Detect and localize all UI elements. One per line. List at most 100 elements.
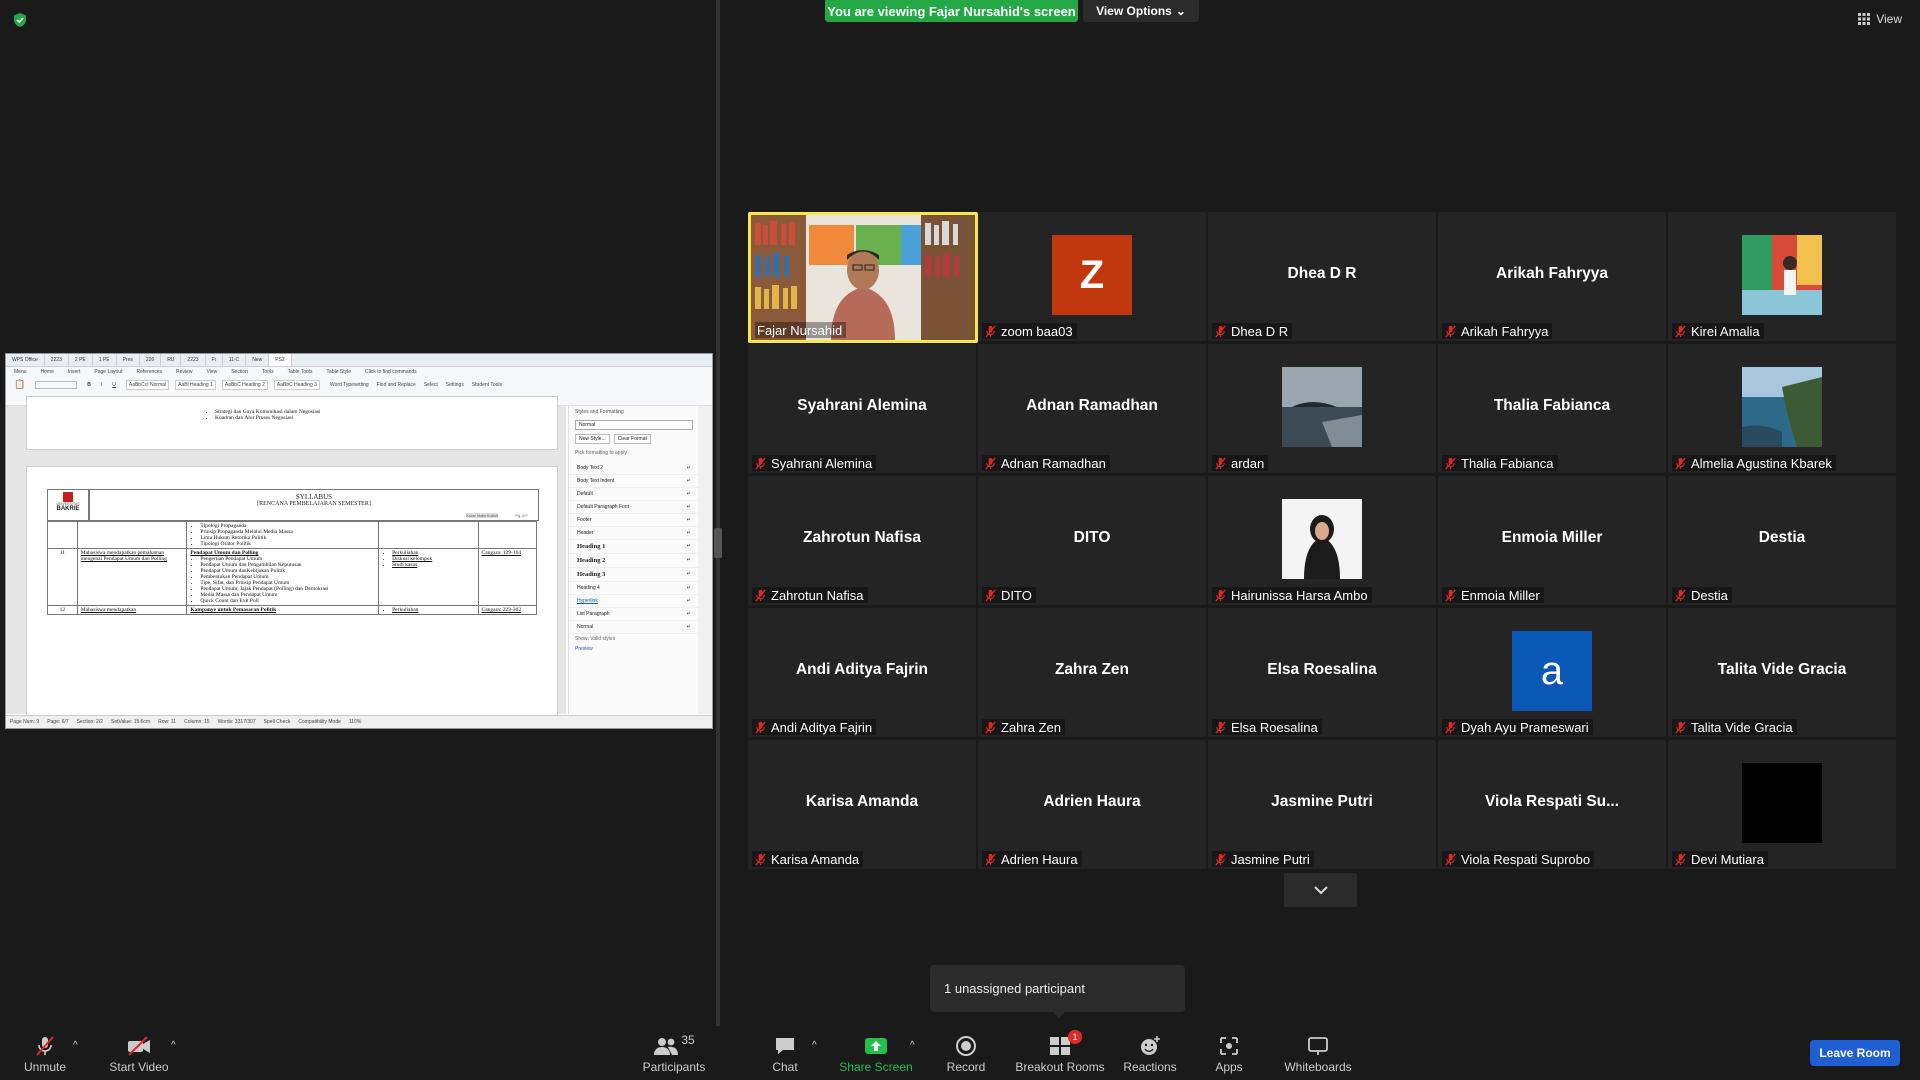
doc-tab[interactable]: New (246, 354, 270, 366)
doc-menu-item[interactable]: Menu (14, 369, 27, 375)
current-style-box[interactable]: Normal (575, 420, 693, 430)
doc-tool[interactable]: Select (424, 382, 438, 388)
doc-tab[interactable]: WPS Office (6, 354, 45, 366)
participant-tile[interactable]: Andi Aditya Fajrin Andi Aditya Fajrin (748, 608, 976, 737)
participant-tile[interactable]: Zzoom baa03 (978, 212, 1206, 341)
doc-menu-item[interactable]: Section (231, 369, 248, 375)
gallery-scroll-down-button[interactable] (1284, 873, 1357, 907)
style-list-item[interactable]: Footer ↵ (569, 514, 699, 527)
participant-tile[interactable]: Talita Vide Gracia Talita Vide Gracia (1668, 608, 1896, 737)
view-options-button[interactable]: View Options ⌄ (1083, 0, 1199, 22)
doc-tab[interactable]: 1 PE (93, 354, 117, 366)
table-row: Tipologi PropagandaPrinsip Propaganda Me… (47, 521, 538, 549)
split-handle[interactable] (714, 528, 722, 558)
view-layout-button[interactable]: View (1858, 12, 1902, 26)
breakout-rooms-button[interactable]: 1 Breakout Rooms (1014, 1026, 1106, 1080)
video-options-caret[interactable]: ^ (171, 1040, 176, 1051)
doc-menu-item[interactable]: Table Tools (288, 369, 313, 375)
doc-tab[interactable]: 2 PE (69, 354, 93, 366)
doc-menu-item[interactable]: Table Style (327, 369, 351, 375)
doc-tool[interactable]: Word Typesetting (330, 382, 369, 388)
style-list-item[interactable]: Heading 3 ↵ (569, 568, 699, 582)
style-preset[interactable]: AaBbCcI Normal (125, 379, 170, 390)
style-list-item[interactable]: Default Paragraph Font ↵ (569, 501, 699, 514)
style-preset[interactable]: AaBbC Heading 3 (273, 379, 320, 390)
participant-tile[interactable]: Jasmine Putri Jasmine Putri (1208, 740, 1436, 869)
participant-tile[interactable]: Elsa Roesalina Elsa Roesalina (1208, 608, 1436, 737)
doc-menu-item[interactable]: View (206, 369, 217, 375)
doc-menu-item[interactable]: Home (41, 369, 54, 375)
style-list-item[interactable]: Hyperlink ↵ (569, 595, 699, 608)
doc-tool[interactable]: Settings (446, 382, 464, 388)
doc-menu-item[interactable]: References (136, 369, 162, 375)
style-list-item[interactable]: Body Text 2 ↵ (569, 462, 699, 475)
participant-tile[interactable]: Destia Destia (1668, 476, 1896, 605)
participant-tile[interactable]: Kirei Amalia (1668, 212, 1896, 341)
doc-tab[interactable]: Pres (117, 354, 140, 366)
participant-tile[interactable]: Hairunissa Harsa Ambo (1208, 476, 1436, 605)
share-screen-button[interactable]: Share Screen (836, 1026, 916, 1080)
record-icon (955, 1034, 977, 1058)
style-preset[interactable]: AaBbC Heading 2 (221, 379, 268, 390)
doc-tab[interactable]: 2223 (181, 354, 206, 366)
participant-tile[interactable]: DITO DITO (978, 476, 1206, 605)
participant-tile[interactable]: Zahra Zen Zahra Zen (978, 608, 1206, 737)
style-action-button[interactable]: Clear Format (613, 434, 651, 444)
start-video-button[interactable]: Start Video (104, 1026, 174, 1080)
apps-button[interactable]: Apps (1206, 1026, 1252, 1080)
mic-muted-icon (1214, 325, 1227, 338)
doc-menu-item[interactable]: Insert (68, 369, 81, 375)
participant-tile[interactable]: Karisa Amanda Karisa Amanda (748, 740, 976, 869)
doc-menu-item[interactable]: Review (176, 369, 192, 375)
participant-tile[interactable]: Arikah Fahryya Arikah Fahryya (1438, 212, 1666, 341)
style-list-item[interactable]: Normal ↵ (569, 621, 699, 634)
doc-tab[interactable]: 2223 (45, 354, 69, 366)
style-list-item[interactable]: Default ↵ (569, 488, 699, 501)
style-list-item[interactable]: Body Text Indent ↵ (569, 475, 699, 488)
doc-menu-item[interactable]: Page Layout (94, 369, 122, 375)
doc-tool[interactable]: Student Tools (472, 382, 502, 388)
participant-tile[interactable]: Viola Respati Su... Viola Respati Suprobo (1438, 740, 1666, 869)
participant-tile[interactable]: Enmoia Miller Enmoia Miller (1438, 476, 1666, 605)
chat-button[interactable]: Chat (760, 1026, 810, 1080)
participant-tile[interactable]: Adrien Haura Adrien Haura (978, 740, 1206, 869)
style-list-item[interactable]: Heading 1 ↵ (569, 540, 699, 554)
doc-tab[interactable]: 226 (140, 354, 162, 366)
style-list-item[interactable]: List Paragraph ↵ (569, 608, 699, 621)
participant-tile[interactable]: Fajar Nursahid (748, 212, 978, 343)
participant-tile[interactable]: Syahrani Alemina Syahrani Alemina (748, 344, 976, 473)
participant-tile[interactable]: Thalia Fabianca Thalia Fabianca (1438, 344, 1666, 473)
participants-button[interactable]: 35 Participants (636, 1026, 712, 1080)
split-divider[interactable] (716, 0, 720, 1026)
style-list-item[interactable]: Header ↵ (569, 527, 699, 540)
share-options-caret[interactable]: ^ (910, 1040, 915, 1051)
style-list-item[interactable]: Heading 4 ↵ (569, 582, 699, 595)
doc-tab[interactable]: PS2 (269, 354, 292, 366)
reactions-button[interactable]: Reactions (1120, 1026, 1180, 1080)
doc-menu-item[interactable]: Tools (262, 369, 274, 375)
participant-tile[interactable]: Devi Mutiara (1668, 740, 1896, 869)
participant-tile[interactable]: Zahrotun Nafisa Zahrotun Nafisa (748, 476, 976, 605)
doc-menu-item[interactable]: Click to find commands (365, 369, 417, 375)
mic-muted-icon (1444, 589, 1457, 602)
doc-tab[interactable]: Fi (206, 354, 223, 366)
participant-tile[interactable]: Almelia Agustina Kbarek (1668, 344, 1896, 473)
preview-checkbox[interactable]: Preview (569, 644, 699, 654)
doc-tab[interactable]: RU (161, 354, 182, 366)
style-list-item[interactable]: Heading 2 ↵ (569, 554, 699, 568)
record-button[interactable]: Record (940, 1026, 992, 1080)
chat-options-caret[interactable]: ^ (812, 1040, 817, 1051)
style-preset[interactable]: AaBl Heading 1 (175, 379, 216, 390)
participant-tile[interactable]: ardan (1208, 344, 1436, 473)
leave-room-button[interactable]: Leave Room (1810, 1040, 1900, 1066)
encryption-shield-icon[interactable] (12, 12, 28, 28)
participant-tile[interactable]: a Dyah Ayu Prameswari (1438, 608, 1666, 737)
doc-tool[interactable]: Find and Replace (377, 382, 416, 388)
whiteboards-button[interactable]: Whiteboards (1276, 1026, 1360, 1080)
unmute-button[interactable]: Unmute (14, 1026, 76, 1080)
style-action-button[interactable]: New Style... (575, 434, 610, 444)
participant-tile[interactable]: Adnan Ramadhan Adnan Ramadhan (978, 344, 1206, 473)
audio-options-caret[interactable]: ^ (73, 1040, 78, 1051)
participant-tile[interactable]: Dhea D R Dhea D R (1208, 212, 1436, 341)
doc-tab[interactable]: 11-C (223, 354, 247, 366)
